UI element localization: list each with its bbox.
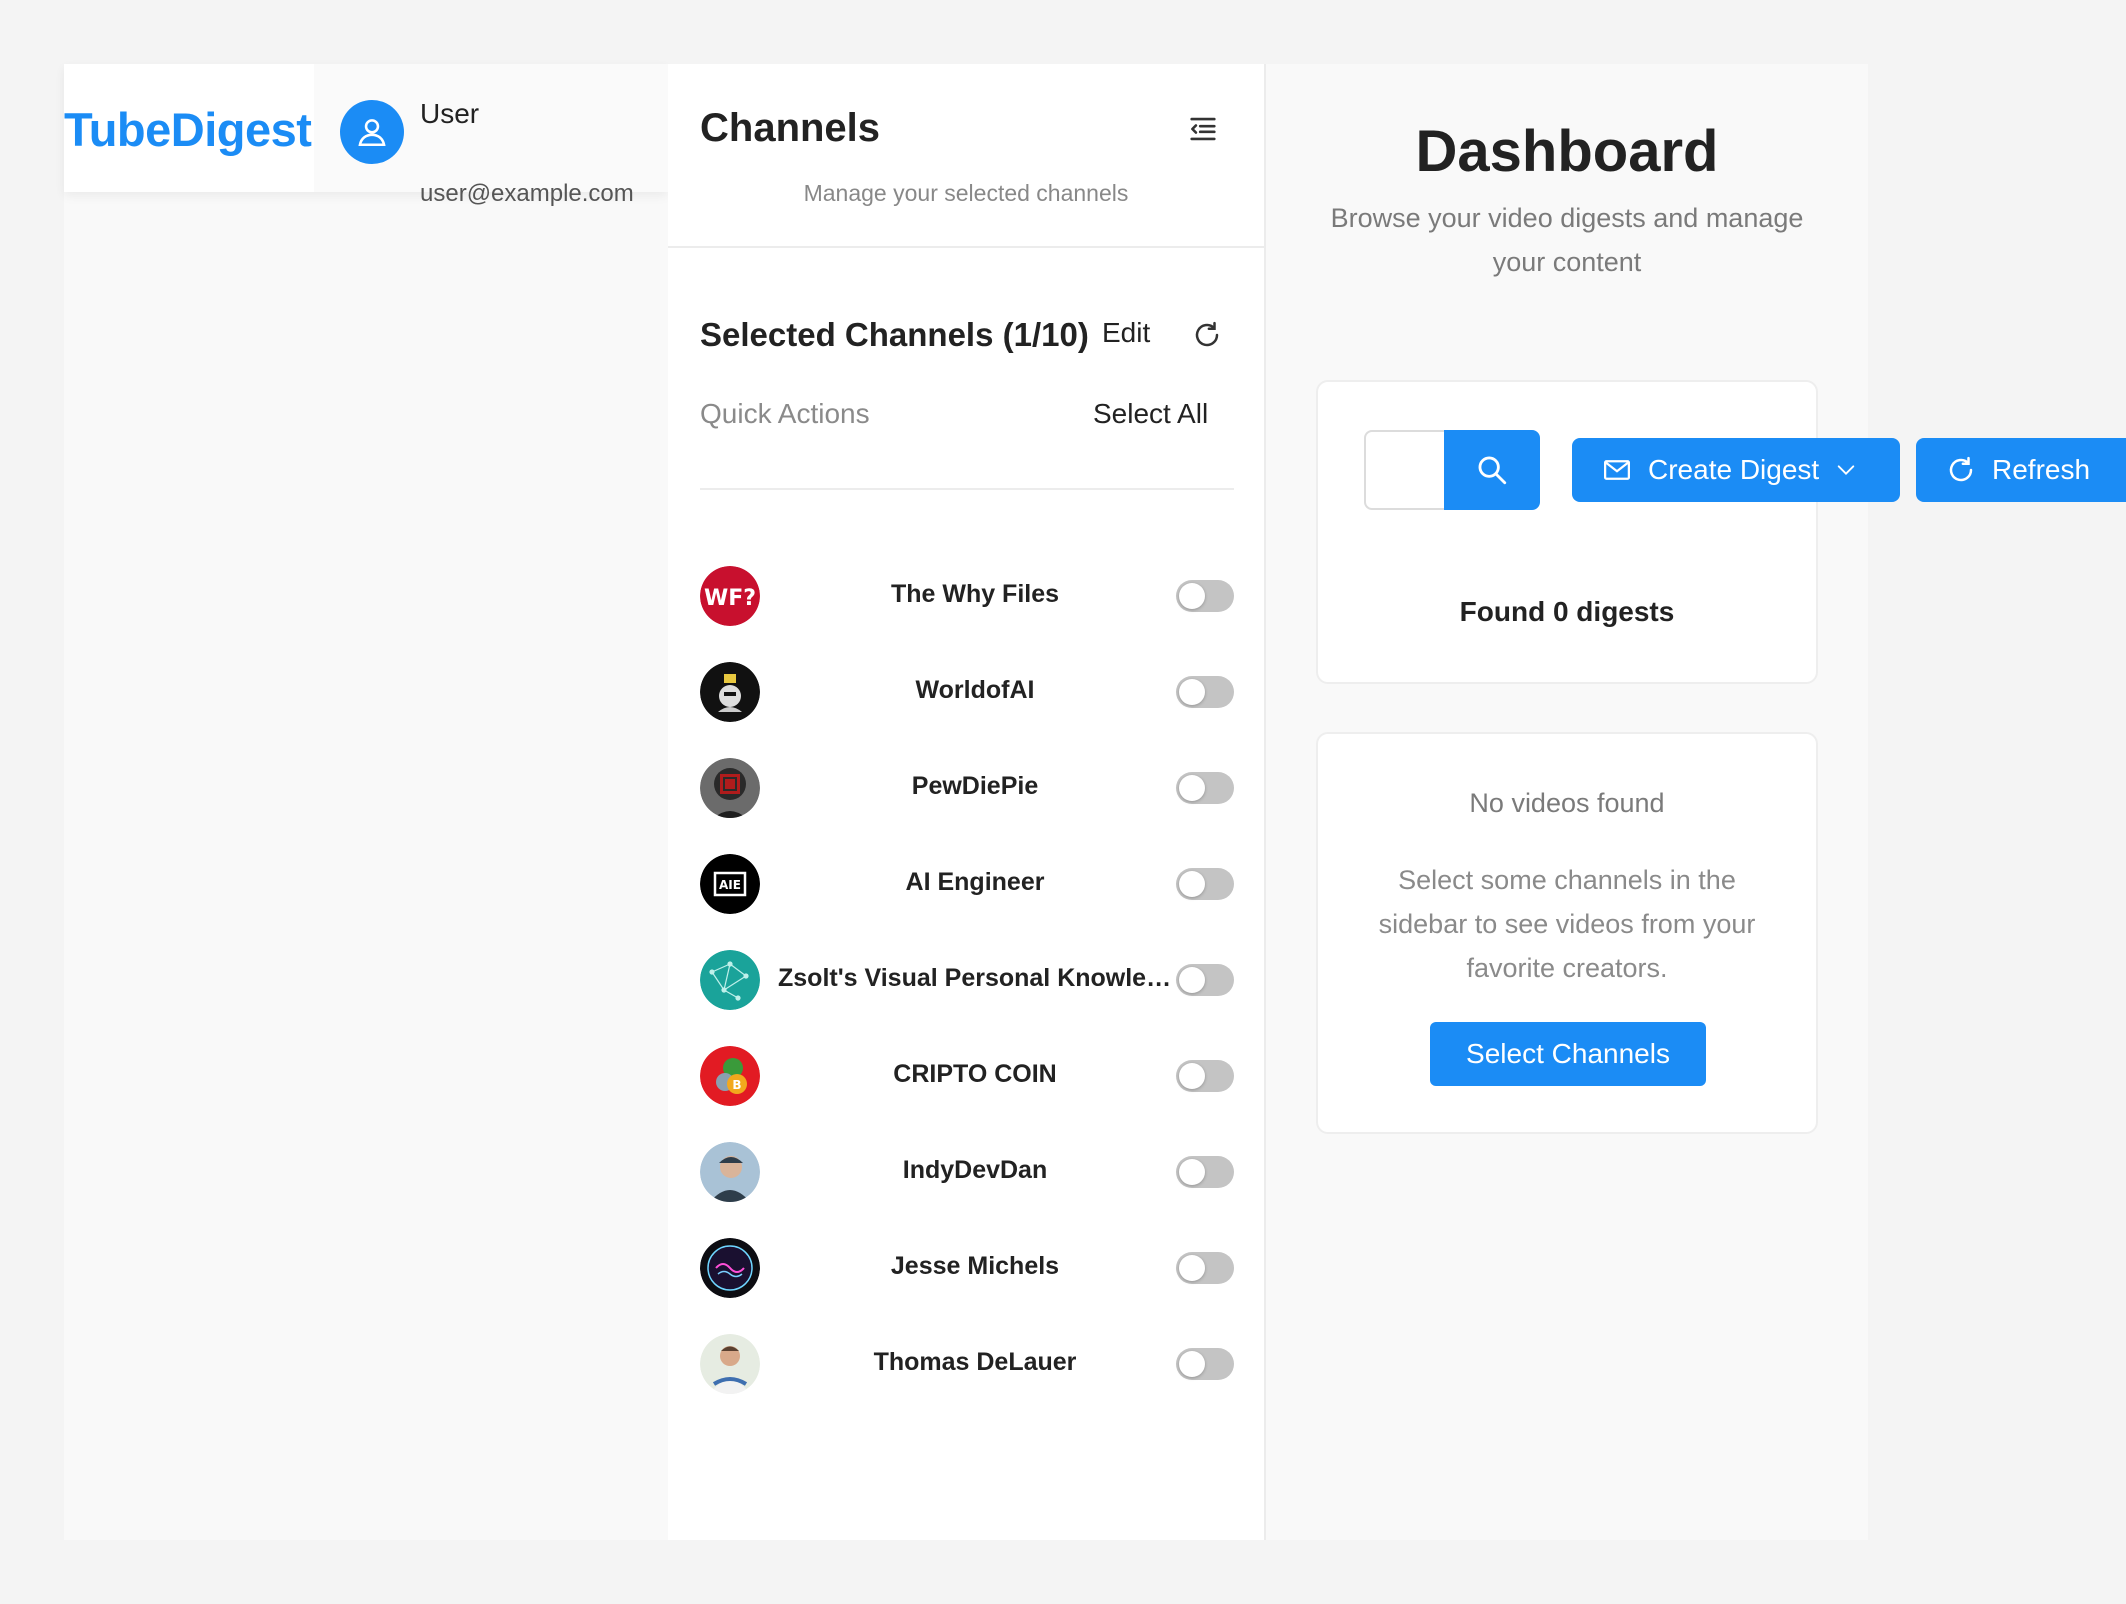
channel-avatar: AIE [700, 854, 760, 914]
channel-avatar: WF? [700, 566, 760, 626]
channel-toggle[interactable] [1176, 676, 1234, 708]
empty-state-description: Select some channels in the sidebar to s… [1378, 865, 1756, 983]
channel-item: AIE AI Engineer [700, 844, 1234, 940]
mail-icon [1602, 455, 1632, 485]
brand-area: TubeDigest [64, 64, 314, 192]
dashboard-title: Dashboard [1415, 119, 1719, 184]
svg-text:WF?: WF? [704, 586, 756, 611]
channel-toggle[interactable] [1176, 1156, 1234, 1188]
quick-actions-label: Quick Actions [700, 398, 870, 429]
edit-button[interactable]: Edit [1102, 317, 1150, 349]
channels-sidebar: Channels Manage your selected channels S… [668, 64, 1266, 1540]
search-input[interactable] [1364, 430, 1446, 510]
digest-search-card [1316, 380, 1818, 684]
channel-name: The Why Files [890, 580, 1060, 608]
dashboard-subtitle: Browse your video digests and manage you… [1330, 203, 1804, 277]
refresh-label: Refresh [1992, 454, 2091, 485]
channel-toggle[interactable] [1176, 868, 1234, 900]
channel-toggle[interactable] [1176, 1252, 1234, 1284]
channel-avatar [700, 950, 760, 1010]
empty-state-title: No videos found [1469, 788, 1665, 818]
channel-name: IndyDevDan [902, 1156, 1048, 1184]
search-button[interactable] [1444, 430, 1540, 510]
channel-avatar [700, 1238, 760, 1298]
create-digest-button[interactable]: Create Digest [1572, 438, 1900, 502]
user-email: user@example.com [420, 180, 634, 207]
channel-item: Jesse Michels [700, 1228, 1234, 1324]
svg-text:AIE: AIE [719, 878, 741, 892]
channel-item: Zsolt's Visual Personal Knowledge Manage… [700, 940, 1234, 1036]
channel-name: Thomas DeLauer [873, 1348, 1077, 1376]
channel-item: Thomas DeLauer [700, 1324, 1234, 1420]
channel-name: PewDiePie [911, 772, 1039, 800]
channel-name: Zsolt's Visual Personal Knowledge Manage… [778, 964, 1172, 992]
channel-avatar [700, 1334, 760, 1394]
reload-icon[interactable] [1192, 320, 1222, 350]
found-count: Found 0 digests [1459, 596, 1675, 627]
channel-avatar: B [700, 1046, 760, 1106]
chevron-down-icon [1835, 459, 1857, 481]
sidebar-title: Channels [700, 106, 881, 150]
channel-toggle[interactable] [1176, 772, 1234, 804]
user-avatar[interactable] [340, 100, 404, 164]
channel-toggle[interactable] [1176, 964, 1234, 996]
channel-item: B CRIPTO COIN [700, 1036, 1234, 1132]
app-logo[interactable]: TubeDigest [64, 102, 312, 157]
sidebar-subtitle: Manage your selected channels [803, 180, 1129, 206]
divider [700, 488, 1234, 490]
search-icon [1478, 456, 1507, 485]
select-channels-button[interactable]: Select Channels [1430, 1022, 1706, 1086]
create-digest-label: Create Digest [1648, 454, 1820, 485]
channel-item: WorldofAI [700, 652, 1234, 748]
channel-list: WF? The Why Files WorldofAI PewDiePie AI… [700, 556, 1234, 1420]
channel-avatar [700, 662, 760, 722]
channel-name: Jesse Michels [890, 1252, 1060, 1280]
collapse-menu-icon[interactable] [1186, 112, 1220, 146]
select-all-button[interactable]: Select All [1093, 398, 1208, 430]
channel-toggle[interactable] [1176, 1348, 1234, 1380]
channel-item: WF? The Why Files [700, 556, 1234, 652]
selected-channels-title: Selected Channels (1/10) [700, 316, 1089, 353]
refresh-icon [1946, 455, 1976, 485]
divider [668, 246, 1264, 248]
channel-item: IndyDevDan [700, 1132, 1234, 1228]
user-name: User [420, 98, 480, 129]
channel-name: WorldofAI [915, 676, 1035, 704]
channel-name: AI Engineer [905, 868, 1045, 896]
user-icon [358, 119, 386, 147]
channel-item: PewDiePie [700, 748, 1234, 844]
channel-name: CRIPTO COIN [893, 1060, 1057, 1088]
channel-avatar [700, 758, 760, 818]
refresh-button[interactable]: Refresh [1916, 438, 2126, 502]
svg-text:B: B [732, 1078, 741, 1092]
channel-toggle[interactable] [1176, 1060, 1234, 1092]
channel-toggle[interactable] [1176, 580, 1234, 612]
channel-avatar [700, 1142, 760, 1202]
